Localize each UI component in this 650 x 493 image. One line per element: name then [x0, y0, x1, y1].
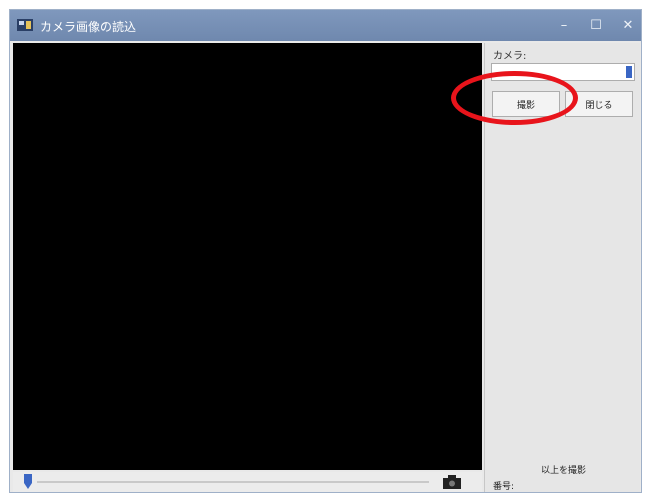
- panel-footer: 以上を撮影 番号:: [493, 463, 633, 492]
- close-window-button[interactable]: ✕: [613, 10, 643, 41]
- number-label: 番号:: [493, 482, 515, 492]
- seek-track[interactable]: [37, 481, 429, 483]
- window-title: カメラ画像の読込: [40, 20, 137, 34]
- capture-button[interactable]: 撮影: [492, 91, 560, 117]
- dropdown-arrow-icon[interactable]: [626, 66, 632, 78]
- seek-bar[interactable]: [13, 472, 482, 492]
- minimize-button[interactable]: –: [549, 10, 579, 41]
- camera-label: カメラ:: [493, 51, 527, 62]
- camera-icon[interactable]: [443, 475, 461, 489]
- control-panel: カメラ: 撮影 閉じる 以上を撮影 番号:: [484, 43, 640, 492]
- close-button[interactable]: 閉じる: [565, 91, 633, 117]
- status-text: 以上を撮影: [541, 466, 587, 476]
- camera-app-icon: [17, 19, 33, 31]
- app-window: カメラ画像の読込 – ☐ ✕ カメラ: 撮影 閉じる 以上を撮影 番号:: [9, 9, 642, 493]
- maximize-button[interactable]: ☐: [581, 10, 611, 41]
- camera-preview: [13, 43, 482, 470]
- slider-thumb-icon[interactable]: [23, 474, 33, 490]
- camera-select[interactable]: [491, 63, 635, 81]
- title-bar[interactable]: カメラ画像の読込 – ☐ ✕: [10, 10, 641, 41]
